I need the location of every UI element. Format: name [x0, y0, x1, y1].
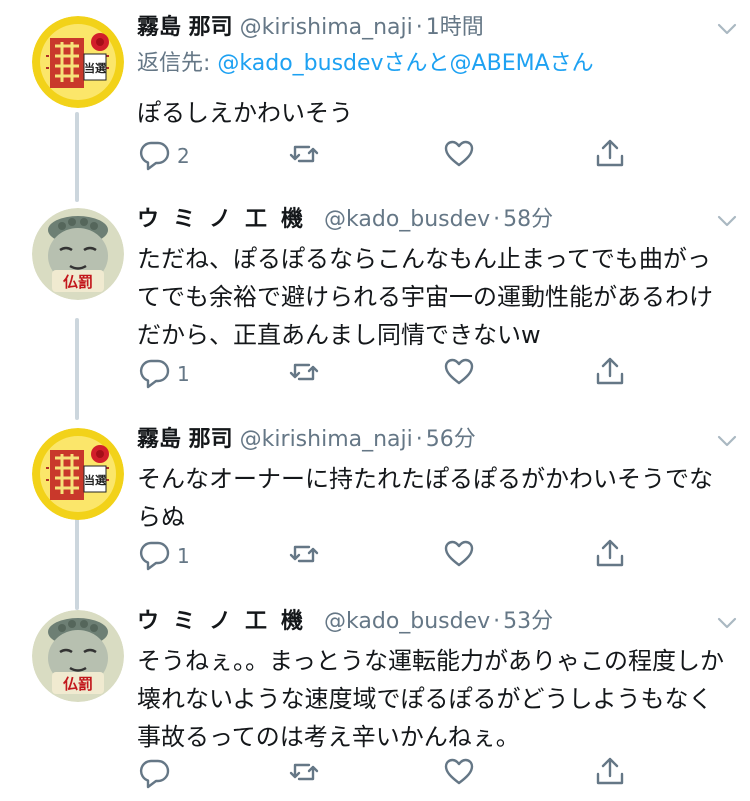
share-icon: [593, 355, 627, 394]
tweet-header: ウミノ工機 @kado_busdev · 58分: [137, 202, 730, 238]
user-handle[interactable]: @kado_busdev: [324, 609, 490, 634]
avatar-text: 当選: [84, 473, 106, 487]
heart-icon: [442, 755, 476, 794]
tweet-text: ぽるしえかわいそう: [137, 99, 353, 127]
user-handle[interactable]: @kirishima_naji: [240, 15, 413, 40]
reply-icon: [137, 137, 171, 176]
tweet[interactable]: 当選 霧島 那司 @kirishima_naji · 1時間 返信先: @kado_…: [0, 10, 750, 190]
reply-context: 返信先: @kado_busdevさんと@ABEMAさん: [137, 46, 730, 82]
heart-icon: [442, 355, 476, 394]
heart-icon: [442, 537, 476, 576]
timestamp[interactable]: 58分: [503, 207, 553, 232]
user-handle[interactable]: @kirishima_naji: [240, 427, 413, 452]
timestamp[interactable]: 1時間: [426, 15, 484, 40]
tweet-actions: 2: [137, 136, 750, 176]
display-name[interactable]: ウミノ工機: [137, 609, 317, 634]
display-name[interactable]: 霧島 那司: [137, 427, 233, 452]
retweet-icon: [287, 137, 321, 176]
avatar-text: 仏罰: [63, 273, 93, 291]
separator-dot: ·: [415, 15, 423, 40]
share-button[interactable]: [593, 754, 627, 794]
user-handle[interactable]: @kado_busdev: [324, 207, 490, 232]
tweet-actions: 1: [137, 536, 750, 576]
reply-button[interactable]: [137, 754, 177, 794]
timeline: 当選 霧島 那司 @kirishima_naji · 1時間 返信先: @kado_…: [0, 0, 750, 801]
reply-count: 2: [177, 144, 190, 168]
avatar[interactable]: 当選: [32, 428, 124, 520]
tweet-actions: [137, 754, 750, 794]
reply-button[interactable]: 1: [137, 536, 190, 576]
chevron-down-icon[interactable]: [716, 18, 738, 40]
avatar-text: 当選: [84, 61, 106, 75]
separator-dot: ·: [493, 207, 501, 232]
share-button[interactable]: [593, 354, 627, 394]
chevron-down-icon[interactable]: [716, 210, 738, 232]
like-button[interactable]: [442, 136, 482, 176]
reply-icon: [137, 355, 171, 394]
avatar[interactable]: 仏罰: [32, 208, 124, 300]
separator-dot: ·: [415, 427, 423, 452]
share-icon: [593, 537, 627, 576]
share-icon: [593, 755, 627, 794]
tweet[interactable]: 仏罰 ウミノ工機 @kado_busdev · 58分 ただね、ぽるぽるならこんなも…: [0, 202, 750, 402]
display-name[interactable]: 霧島 那司: [137, 15, 233, 40]
chevron-down-icon[interactable]: [716, 612, 738, 634]
reply-icon: [137, 755, 171, 794]
tweet-header: ウミノ工機 @kado_busdev · 53分: [137, 604, 730, 640]
reply-button[interactable]: 2: [137, 136, 190, 176]
reply-icon: [137, 537, 171, 576]
tweet-header: 霧島 那司 @kirishima_naji · 56分: [137, 422, 730, 458]
tweet-header: 霧島 那司 @kirishima_naji · 1時間: [137, 10, 730, 46]
retweet-button[interactable]: [287, 754, 327, 794]
reply-mentions-link[interactable]: @kado_busdevさんと@ABEMAさん: [217, 51, 593, 76]
reply-button[interactable]: 1: [137, 354, 190, 394]
share-button[interactable]: [593, 536, 627, 576]
share-button[interactable]: [593, 136, 627, 176]
tweet[interactable]: 仏罰 ウミノ工機 @kado_busdev · 53分 そうねぇ。。まっとうな運転能…: [0, 604, 750, 801]
separator-dot: ·: [493, 609, 501, 634]
chevron-down-icon[interactable]: [716, 430, 738, 452]
reply-count: 1: [177, 362, 190, 386]
retweet-icon: [287, 355, 321, 394]
retweet-button[interactable]: [287, 136, 327, 176]
timestamp[interactable]: 56分: [426, 427, 476, 452]
reply-prefix: 返信先:: [137, 51, 218, 76]
tweet-text: ただね、ぽるぽるならこんなもん止まってでも曲がってでも余裕で避けられる宇宙一の運…: [137, 245, 713, 349]
tweet-text: そんなオーナーに持たれたぽるぽるがかわいそうでならぬ: [137, 465, 713, 531]
tweet-text: そうねぇ。。まっとうな運転能力がありゃこの程度しか壊れないような速度域でぽるぽる…: [137, 647, 725, 751]
retweet-icon: [287, 537, 321, 576]
timestamp[interactable]: 53分: [503, 609, 553, 634]
like-button[interactable]: [442, 354, 482, 394]
like-button[interactable]: [442, 754, 482, 794]
retweet-button[interactable]: [287, 536, 327, 576]
retweet-icon: [287, 755, 321, 794]
reply-count: 1: [177, 544, 190, 568]
tweet[interactable]: 当選 霧島 那司 @kirishima_naji · 56分 そんなオーナーに持たれ…: [0, 422, 750, 592]
display-name[interactable]: ウミノ工機: [137, 207, 317, 232]
avatar[interactable]: 仏罰: [32, 610, 124, 702]
heart-icon: [442, 137, 476, 176]
like-button[interactable]: [442, 536, 482, 576]
retweet-button[interactable]: [287, 354, 327, 394]
share-icon: [593, 137, 627, 176]
avatar-text: 仏罰: [63, 675, 93, 693]
tweet-actions: 1: [137, 354, 750, 394]
avatar[interactable]: 当選: [32, 16, 124, 108]
